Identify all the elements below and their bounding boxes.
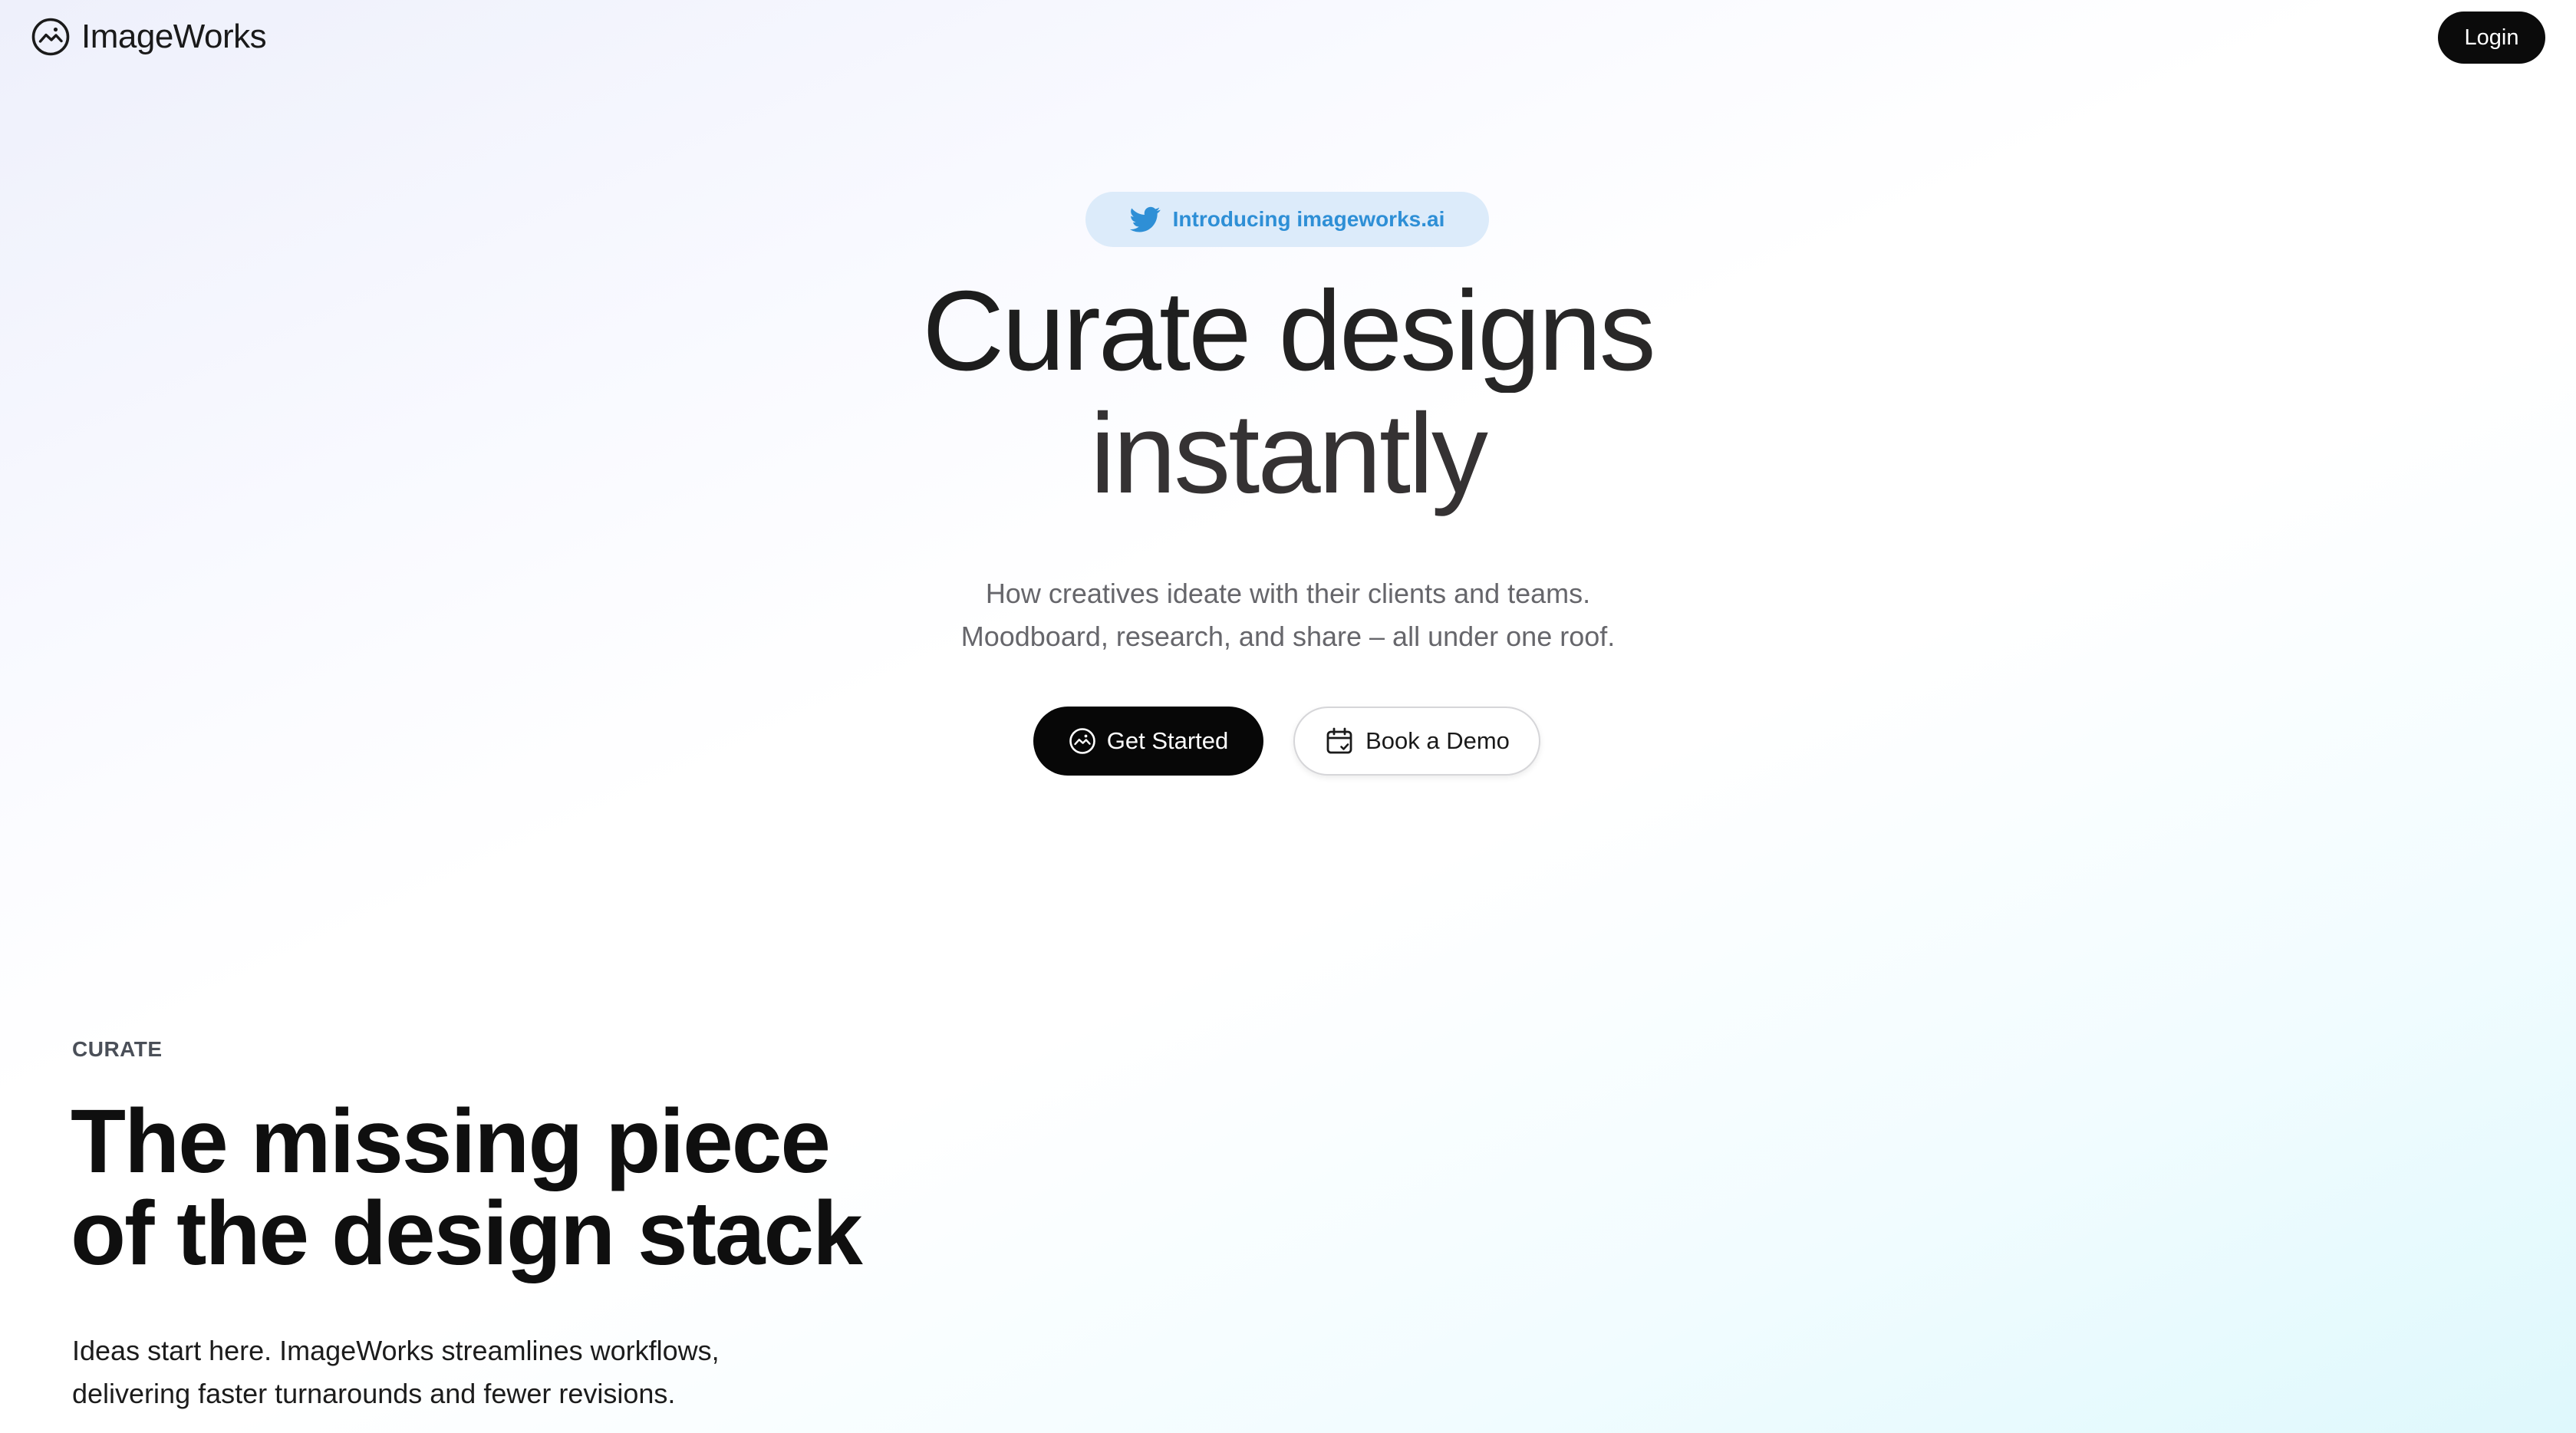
- section-eyebrow: CURATE: [72, 1037, 163, 1061]
- announcement-pill[interactable]: Introducing imageworks.ai: [1085, 192, 1489, 247]
- brand-name: ImageWorks: [81, 18, 267, 55]
- section-body-line-2: delivering faster turnarounds and fewer …: [72, 1378, 676, 1409]
- calendar-check-icon: [1324, 726, 1355, 756]
- hero-headline-line-2: instantly: [1090, 390, 1488, 517]
- get-started-label: Get Started: [1106, 727, 1229, 754]
- section-body-line-1: Ideas start here. ImageWorks streamlines…: [72, 1335, 720, 1366]
- brand-logo[interactable]: ImageWorks: [31, 17, 267, 57]
- image-circle-icon: [31, 17, 71, 57]
- hero-subtitle-line-1: How creatives ideate with their clients …: [985, 578, 1591, 609]
- twitter-bird-icon: [1129, 204, 1161, 235]
- hero-subtitle: How creatives ideate with their clients …: [0, 572, 2576, 658]
- book-demo-label: Book a Demo: [1365, 727, 1510, 754]
- login-button[interactable]: Login: [2438, 12, 2545, 64]
- image-circle-icon: [1069, 727, 1096, 755]
- section-title-line-1: The missing piece: [71, 1091, 831, 1192]
- get-started-button[interactable]: Get Started: [1033, 707, 1263, 776]
- hero-subtitle-line-2: Moodboard, research, and share – all und…: [960, 621, 1616, 652]
- section-title-line-2: of the design stack: [71, 1183, 863, 1284]
- section-title: The missing piece of the design stack: [71, 1091, 863, 1284]
- top-navigation: ImageWorks Login: [0, 0, 2576, 77]
- hero-headline-line-1: Curate designs: [0, 270, 2576, 393]
- book-demo-button[interactable]: Book a Demo: [1293, 707, 1540, 776]
- hero-headline: Curate designs instantly: [0, 270, 2576, 516]
- section-body: Ideas start here. ImageWorks streamlines…: [72, 1329, 720, 1415]
- announcement-text: Introducing imageworks.ai: [1172, 207, 1445, 231]
